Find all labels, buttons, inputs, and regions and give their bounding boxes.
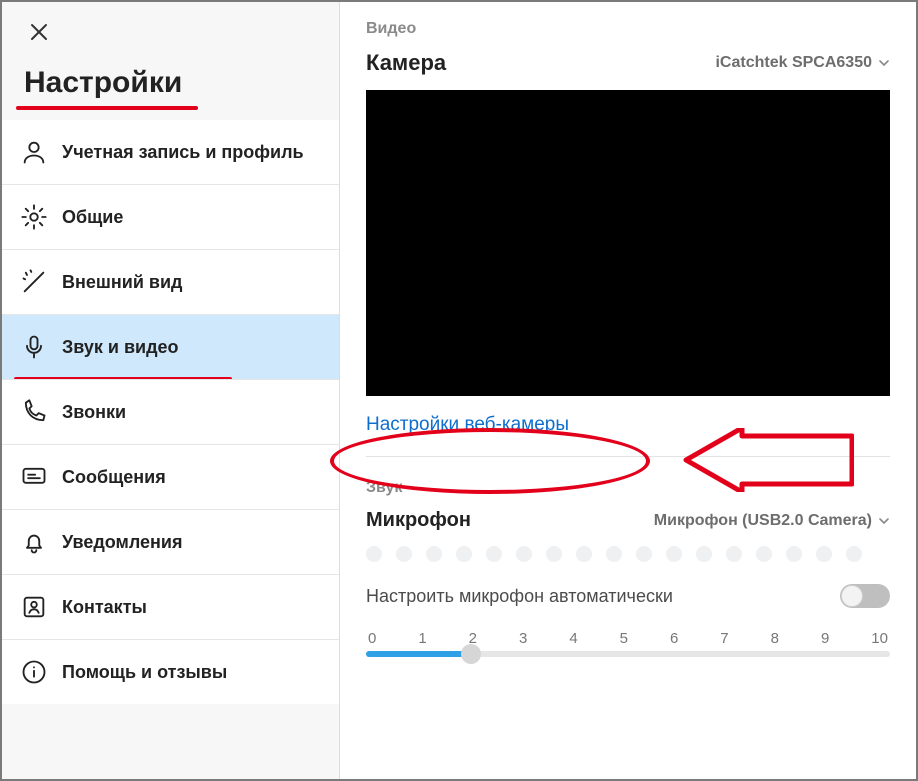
gear-icon	[20, 203, 48, 231]
slider-thumb[interactable]	[461, 644, 481, 664]
auto-adjust-label: Настроить микрофон автоматически	[366, 586, 673, 607]
camera-label: Камера	[366, 50, 446, 76]
camera-device-value: iCatchtek SPCA6350	[715, 54, 872, 72]
toggle-knob	[841, 585, 863, 607]
sidebar-nav: Учетная запись и профиль Общие Внешний в…	[2, 120, 339, 704]
video-section-header: Видео	[366, 20, 890, 38]
sidebar-item-label: Уведомления	[62, 531, 183, 554]
scale-tick: 5	[620, 630, 628, 647]
sidebar-item-help-feedback[interactable]: Помощь и отзывы	[2, 639, 339, 704]
sidebar-item-notifications[interactable]: Уведомления	[2, 509, 339, 574]
webcam-settings-link[interactable]: Настройки веб-камеры	[366, 414, 890, 436]
volume-slider-scale: 0 1 2 3 4 5 6 7 8 9 10	[366, 630, 890, 647]
sidebar-item-messages[interactable]: Сообщения	[2, 444, 339, 509]
microphone-device-value: Микрофон (USB2.0 Camera)	[654, 512, 872, 530]
scale-tick: 1	[418, 630, 426, 647]
scale-tick: 7	[720, 630, 728, 647]
bell-icon	[20, 528, 48, 556]
sidebar-item-appearance[interactable]: Внешний вид	[2, 249, 339, 314]
sidebar-item-label: Учетная запись и профиль	[62, 141, 304, 164]
sidebar-item-audio-video[interactable]: Звук и видео	[2, 314, 339, 379]
auto-adjust-toggle[interactable]	[840, 584, 890, 608]
scale-tick: 6	[670, 630, 678, 647]
sidebar-item-calls[interactable]: Звонки	[2, 379, 339, 444]
message-icon	[20, 463, 48, 491]
sidebar-item-label: Внешний вид	[62, 271, 182, 294]
sidebar-item-general[interactable]: Общие	[2, 184, 339, 249]
sidebar-item-label: Звук и видео	[62, 336, 179, 359]
microphone-label: Микрофон	[366, 509, 471, 532]
contacts-icon	[20, 593, 48, 621]
sidebar-item-label: Сообщения	[62, 466, 166, 489]
chevron-down-icon	[878, 57, 890, 69]
microphone-level-meter	[366, 546, 890, 562]
scale-tick: 8	[771, 630, 779, 647]
info-icon	[20, 658, 48, 686]
volume-slider[interactable]	[366, 651, 890, 657]
sidebar-item-account[interactable]: Учетная запись и профиль	[2, 120, 339, 184]
phone-icon	[20, 398, 48, 426]
chevron-down-icon	[878, 515, 890, 527]
camera-device-dropdown[interactable]: iCatchtek SPCA6350	[715, 54, 890, 72]
sidebar-item-label: Контакты	[62, 596, 147, 619]
wand-icon	[20, 268, 48, 296]
audio-section-header: Звук	[366, 479, 890, 497]
scale-tick: 10	[871, 630, 888, 647]
microphone-device-dropdown[interactable]: Микрофон (USB2.0 Camera)	[654, 512, 890, 530]
scale-tick: 4	[569, 630, 577, 647]
scale-tick: 0	[368, 630, 376, 647]
divider	[366, 456, 890, 457]
person-icon	[20, 138, 48, 166]
close-icon[interactable]	[2, 2, 339, 48]
sidebar-item-label: Звонки	[62, 401, 126, 424]
scale-tick: 3	[519, 630, 527, 647]
main-content: Видео Камера iCatchtek SPCA6350 Настройк…	[340, 2, 916, 779]
settings-title: Настройки	[2, 48, 339, 106]
microphone-icon	[20, 333, 48, 361]
sidebar-item-contacts[interactable]: Контакты	[2, 574, 339, 639]
sidebar-item-label: Помощь и отзывы	[62, 661, 227, 684]
slider-fill	[366, 651, 471, 657]
scale-tick: 9	[821, 630, 829, 647]
sidebar-item-label: Общие	[62, 206, 123, 229]
annotation-underline-title	[16, 106, 198, 110]
camera-preview	[366, 90, 890, 396]
